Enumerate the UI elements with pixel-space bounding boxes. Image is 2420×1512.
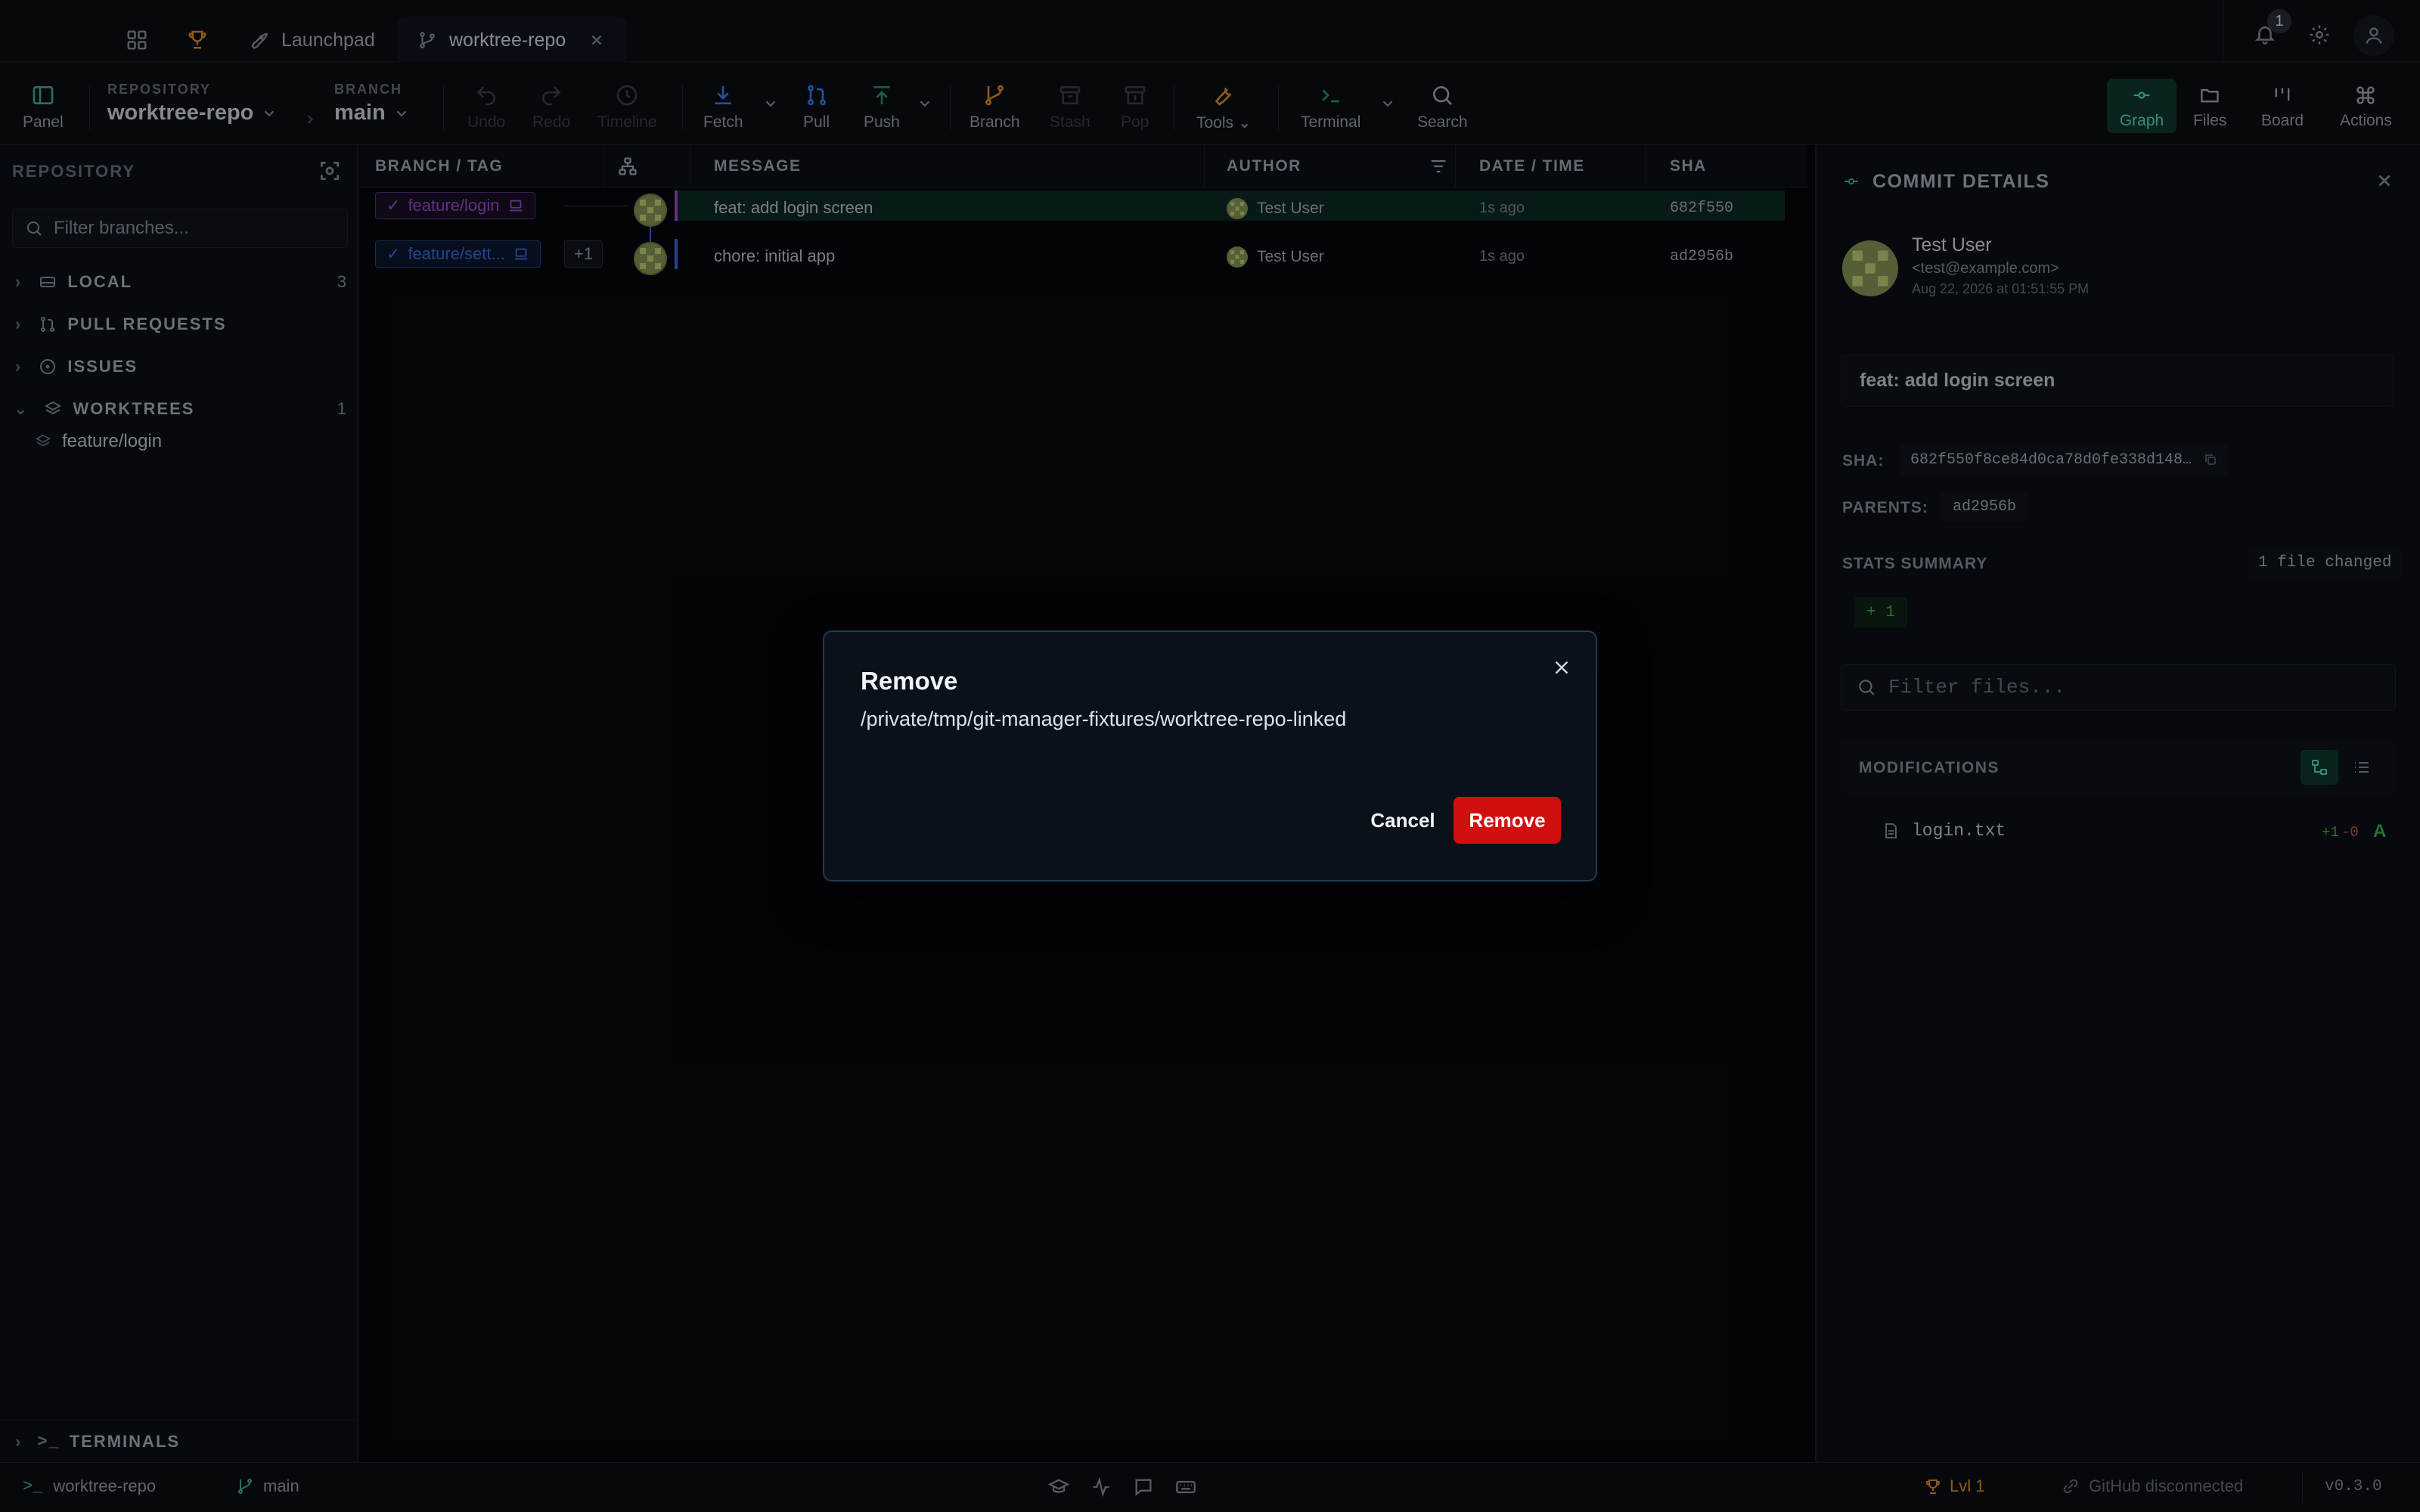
dialog-title: Remove: [861, 667, 958, 695]
dialog-worktree-path: /private/tmp/git-manager-fixtures/worktr…: [861, 708, 1347, 730]
close-icon[interactable]: [1550, 656, 1573, 679]
remove-worktree-dialog: Remove /private/tmp/git-manager-fixtures…: [823, 631, 1597, 881]
cancel-button[interactable]: Cancel: [1354, 797, 1452, 844]
confirm-remove-button[interactable]: Remove: [1454, 797, 1561, 844]
